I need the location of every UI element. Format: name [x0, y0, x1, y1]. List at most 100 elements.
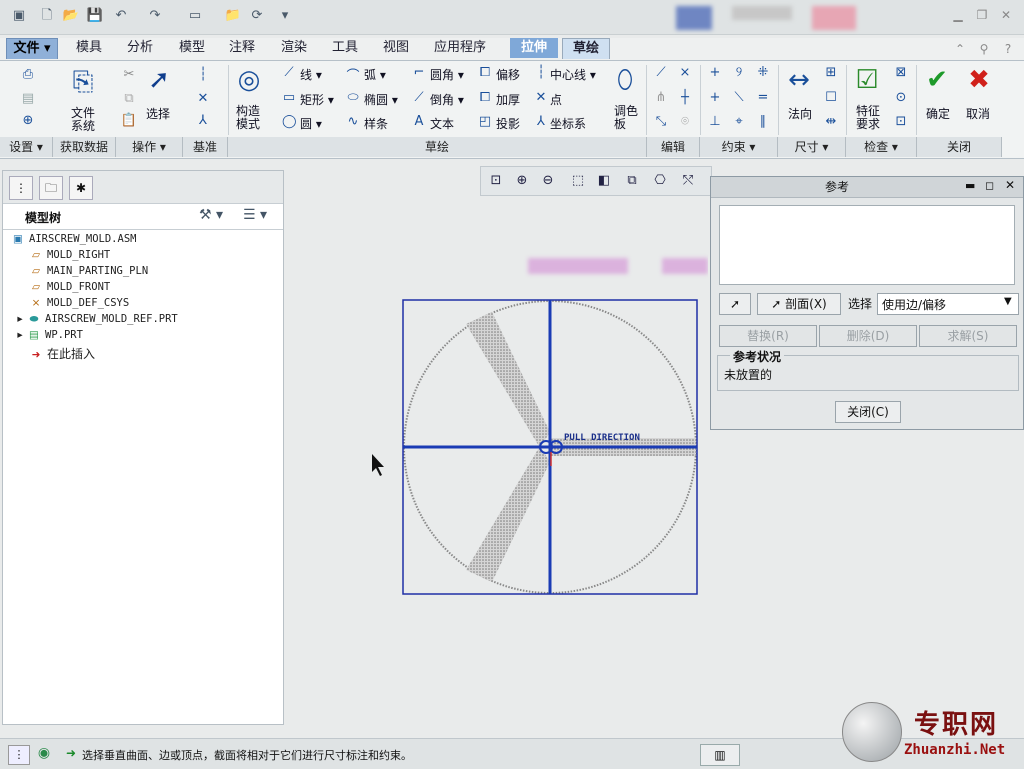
zoom-out-icon[interactable]: ⊖ — [537, 170, 559, 192]
feature-requirements-icon[interactable]: ☑ — [852, 65, 882, 95]
restore-icon[interactable]: ❐ — [974, 7, 990, 23]
solve-button[interactable]: 求解(S) — [919, 325, 1017, 347]
group-settings[interactable]: 设置 ▾ — [0, 137, 53, 157]
tangent-constraint-icon[interactable]: ୨ — [730, 65, 748, 80]
cancel-button[interactable]: 取消 — [966, 105, 990, 122]
minimize-icon[interactable]: ▁ — [950, 7, 966, 23]
browser-toggle-icon[interactable]: ◉ — [34, 745, 54, 763]
sketch-setup-icon[interactable]: ⎙ — [18, 67, 38, 82]
tab-view[interactable]: 视图 — [374, 38, 418, 58]
replace-button[interactable]: 替换(R) — [719, 325, 817, 347]
group-operations[interactable]: 操作 ▾ — [116, 137, 183, 157]
file-system-icon[interactable]: ⎘ — [68, 67, 98, 98]
graphics-canvas[interactable]: PULL DIRECTION — [284, 196, 708, 736]
tab-sketch[interactable]: 草绘 — [562, 38, 610, 59]
minimize-icon[interactable]: ▬ — [965, 179, 975, 192]
sketch-view-icon[interactable]: ⊕ — [18, 113, 38, 128]
filter-button[interactable]: ▥ — [700, 744, 740, 766]
refit-icon[interactable]: ⊡ — [485, 170, 507, 192]
palette-label[interactable]: 调色 板 — [614, 105, 638, 131]
tree-item-insert-here[interactable]: ➜ 在此插入 — [29, 345, 95, 362]
midpoint-constraint-icon[interactable]: ⟍ — [730, 90, 748, 105]
expand-arrow-icon[interactable]: ▸ — [15, 329, 25, 341]
folder-browser-tab-icon[interactable]: 🗀 — [39, 176, 63, 200]
customize-icon[interactable]: ▾ — [276, 7, 294, 25]
zoom-in-icon[interactable]: ⊕ — [511, 170, 533, 192]
palette-icon[interactable]: ⬯ — [610, 65, 640, 96]
close-button[interactable]: 关闭(C) — [835, 401, 901, 423]
datum-point-icon[interactable]: ✕ — [194, 91, 212, 106]
expand-arrow-icon[interactable]: ▸ — [15, 313, 25, 325]
horizontal-constraint-icon[interactable]: + — [706, 90, 724, 105]
reference-dimension-icon[interactable]: ☐ — [822, 90, 840, 105]
tree-columns-icon[interactable]: ☰ ▾ — [243, 207, 267, 223]
tree-item-ref-part[interactable]: ▸ ⬬ AIRSCREW_MOLD_REF.PRT — [15, 313, 177, 326]
ok-check-icon[interactable]: ✔ — [922, 65, 952, 95]
folder-icon[interactable]: 📁 — [224, 7, 242, 25]
select-dropdown[interactable]: 使用边/偏移 ▼ — [877, 293, 1019, 315]
display-style-icon[interactable]: ◧ — [593, 170, 615, 192]
redo-icon[interactable]: ↷ — [146, 7, 164, 25]
tab-file[interactable]: 文件 ▾ — [6, 38, 58, 59]
overlap-geometry-icon[interactable]: ⊠ — [892, 65, 910, 80]
cancel-x-icon[interactable]: ✖ — [964, 65, 994, 95]
fillet-tool[interactable]: 圆角 ▾ — [430, 66, 464, 83]
vertical-constraint-icon[interactable]: + — [706, 65, 724, 80]
construction-mode-icon[interactable]: ◎ — [234, 65, 264, 95]
normal-label[interactable]: 法向 — [788, 105, 812, 122]
ok-button[interactable]: 确定 — [926, 105, 950, 122]
section-button[interactable]: ➚ 剖面(X) — [757, 293, 841, 315]
tree-item-datum-plane[interactable]: ▱ MOLD_FRONT — [29, 281, 110, 293]
close-dialog-icon[interactable]: ✕ — [1005, 178, 1015, 192]
rotate-resize-icon[interactable]: ⤡ — [652, 114, 670, 129]
delete-button[interactable]: 删除(D) — [819, 325, 917, 347]
tab-model[interactable]: 模型 — [170, 38, 214, 58]
tab-annotate[interactable]: 注释 — [220, 38, 264, 58]
perimeter-icon[interactable]: ⊞ — [822, 65, 840, 80]
tab-extrude[interactable]: 拉伸 — [510, 38, 558, 58]
repaint-icon[interactable]: ⬚ — [567, 170, 589, 192]
coordinate-system-tool[interactable]: 坐标系 — [550, 115, 586, 132]
datum-display-icon[interactable]: ⤲ — [677, 170, 699, 192]
modify-icon[interactable]: ⟋ — [652, 65, 670, 80]
datum-csys-icon[interactable]: ⅄ — [194, 113, 212, 128]
chamfer-tool[interactable]: 倒角 ▾ — [430, 91, 464, 108]
select-reference-button[interactable]: ➚ — [719, 293, 751, 315]
tree-item-datum-plane[interactable]: ▱ MOLD_RIGHT — [29, 249, 110, 261]
normal-dimension-icon[interactable]: ↔ — [784, 65, 814, 95]
save-icon[interactable]: 💾 — [86, 7, 104, 25]
group-constrain[interactable]: 约束 ▾ — [700, 137, 778, 157]
symmetric-constraint-icon[interactable]: ⁜ — [754, 65, 772, 80]
tree-item-assembly[interactable]: ▣ AIRSCREW_MOLD.ASM — [11, 233, 136, 245]
tab-mold[interactable]: 模具 — [66, 38, 112, 58]
search-icon[interactable]: ⚲ — [976, 41, 992, 57]
parallel-constraint-icon[interactable]: ∥ — [754, 114, 772, 129]
rectangle-tool[interactable]: 矩形 ▾ — [300, 91, 334, 108]
group-inspect[interactable]: 检查 ▾ — [846, 137, 917, 157]
ellipse-tool[interactable]: 椭圆 ▾ — [364, 91, 398, 108]
window-icon[interactable]: ▭ — [186, 7, 204, 25]
text-tool[interactable]: 文本 — [430, 115, 454, 132]
new-icon[interactable]: 🗋 — [38, 7, 56, 25]
delete-segment-icon[interactable]: ⨯ — [676, 65, 694, 80]
spline-tool[interactable]: 样条 — [364, 115, 388, 132]
help-icon[interactable]: ? — [1000, 41, 1016, 57]
arc-tool[interactable]: 弧 ▾ — [364, 66, 386, 83]
minimize-ribbon-icon[interactable]: ⌃ — [952, 41, 968, 57]
tree-item-csys[interactable]: ⨯ MOLD_DEF_CSYS — [29, 297, 130, 309]
divide-icon[interactable]: ┼ — [676, 90, 694, 105]
group-dimension[interactable]: 尺寸 ▾ — [778, 137, 846, 157]
navigator-toggle-icon[interactable]: ⋮ — [8, 745, 30, 765]
highlight-open-ends-icon[interactable]: ⊙ — [892, 90, 910, 105]
project-tool[interactable]: 投影 — [496, 115, 520, 132]
tab-analysis[interactable]: 分析 — [116, 38, 164, 58]
maximize-icon[interactable]: ◻ — [985, 179, 994, 192]
tree-settings-icon[interactable]: ⚒ ▾ — [199, 207, 223, 223]
offset-tool[interactable]: 偏移 — [496, 66, 520, 83]
tab-tools[interactable]: 工具 — [322, 38, 368, 58]
view-manager-icon[interactable]: ⎔ — [649, 170, 671, 192]
thicken-tool[interactable]: 加厚 — [496, 91, 520, 108]
equal-constraint-icon[interactable]: = — [754, 90, 772, 105]
perpendicular-constraint-icon[interactable]: ⊥ — [706, 114, 724, 129]
close-window-icon[interactable]: ✕ — [998, 7, 1014, 23]
